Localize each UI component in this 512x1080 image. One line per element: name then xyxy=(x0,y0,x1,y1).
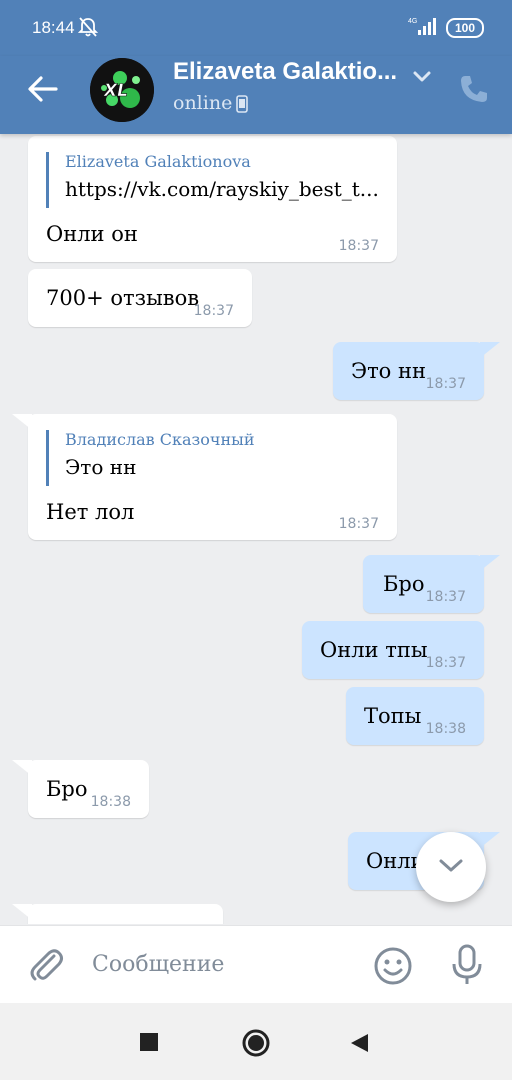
message-composer: Сообщение xyxy=(0,925,512,1004)
message-time: 18:37 xyxy=(425,589,466,605)
bubble-tail xyxy=(480,342,500,358)
message-incoming[interactable]: Elizaveta Galaktionova https://vk.com/ra… xyxy=(28,136,397,262)
reply-quote[interactable]: Владислав Сказочный Это нн xyxy=(46,430,255,486)
message-outgoing[interactable]: Бро 18:37 xyxy=(363,555,500,613)
reply-quote[interactable]: Elizaveta Galaktionova https://vk.com/ra… xyxy=(46,152,379,208)
phone-icon xyxy=(236,95,248,113)
emoji-icon[interactable] xyxy=(373,946,413,986)
message-incoming[interactable]: Бро 18:38 xyxy=(12,760,149,818)
message-text: Это нн xyxy=(351,359,426,383)
message-text: Нет лол xyxy=(46,500,135,524)
chevron-down-icon[interactable] xyxy=(412,70,432,84)
network-type: 4G xyxy=(408,18,417,25)
message-time: 18:37 xyxy=(193,303,234,319)
system-nav-bar xyxy=(0,1003,512,1080)
message-incoming[interactable]: Владислав Сказочный Это нн Нет лол 18:37 xyxy=(12,414,397,540)
avatar[interactable]: XL xyxy=(90,58,154,122)
contact-name[interactable]: Elizaveta Galaktio... xyxy=(173,58,397,86)
signal-icon: 4G xyxy=(408,18,436,35)
bubble-tail xyxy=(480,832,500,848)
reply-author: Владислав Сказочный xyxy=(65,430,255,449)
message-text: Топы xyxy=(364,704,422,728)
contact-status: online xyxy=(173,92,233,114)
message-outgoing[interactable]: Топы 18:38 xyxy=(346,687,484,745)
scroll-down-icon xyxy=(439,859,463,872)
call-icon[interactable] xyxy=(458,73,490,105)
scroll-down-button[interactable] xyxy=(416,832,486,902)
message-time: 18:37 xyxy=(425,376,466,392)
avatar-image: XL xyxy=(90,58,154,122)
bubble-tail xyxy=(12,760,32,776)
system-back-button[interactable] xyxy=(348,1032,370,1054)
home-button[interactable] xyxy=(241,1028,271,1058)
chat-header: XL Elizaveta Galaktio... online xyxy=(0,56,512,134)
bubble-tail xyxy=(12,414,32,430)
message-text: Бро xyxy=(46,777,88,801)
reply-text: https://vk.com/rayskiy_best_t... xyxy=(65,177,379,201)
bubble-tail xyxy=(480,555,500,571)
status-bar: 18:44 4G 100 xyxy=(0,0,512,56)
message-time: 18:37 xyxy=(338,516,379,532)
message-incoming[interactable]: 700+ отзывов 18:37 xyxy=(28,269,252,327)
message-input[interactable]: Сообщение xyxy=(92,952,224,977)
message-text: Бро xyxy=(383,572,425,596)
battery-indicator: 100 xyxy=(446,18,484,38)
message-text: 700+ отзывов xyxy=(46,286,200,310)
message-incoming[interactable] xyxy=(12,904,223,924)
message-time: 18:37 xyxy=(338,238,379,254)
reply-text: Это нн xyxy=(65,455,137,479)
message-time: 18:38 xyxy=(90,794,131,810)
recents-button[interactable] xyxy=(140,1033,158,1051)
status-time: 18:44 xyxy=(32,18,75,37)
message-text: Онли тпы xyxy=(320,638,428,662)
message-outgoing[interactable]: Это нн 18:37 xyxy=(333,342,500,400)
reply-author: Elizaveta Galaktionova xyxy=(65,152,251,171)
attach-icon[interactable] xyxy=(28,946,64,984)
message-time: 18:37 xyxy=(425,655,466,671)
message-outgoing[interactable]: Онли тпы 18:37 xyxy=(302,621,484,679)
bubble-tail xyxy=(12,904,32,920)
mute-bell-icon xyxy=(78,17,98,37)
back-arrow-icon[interactable] xyxy=(26,74,60,104)
message-list[interactable]: Elizaveta Galaktionova https://vk.com/ra… xyxy=(0,134,512,924)
avatar-text: XL xyxy=(103,81,128,101)
message-text: Онли он xyxy=(46,222,138,246)
mic-icon[interactable] xyxy=(450,944,484,986)
message-time: 18:38 xyxy=(425,721,466,737)
